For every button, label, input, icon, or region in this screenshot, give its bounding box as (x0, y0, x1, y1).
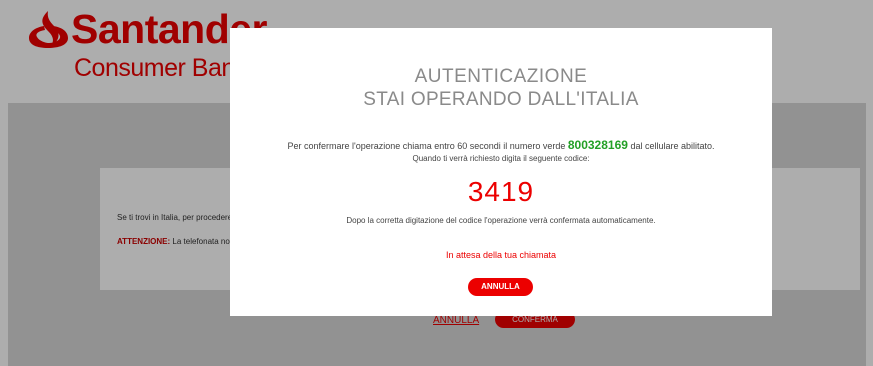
waiting-status: In attesa della tua chiamata (445, 250, 557, 260)
phone-number: 800328169 (567, 138, 628, 152)
call-instructions: Per confermare l'operazione chiama entro… (230, 138, 772, 152)
authentication-modal: AUTENTICAZIONE STAI OPERANDO DALL'ITALIA… (230, 28, 772, 316)
modal-subtitle: STAI OPERANDO DALL'ITALIA (363, 89, 639, 110)
cancel-button[interactable]: ANNULLA (468, 278, 533, 296)
call-instructions-suffix: dal cellulare abilitato. (630, 141, 715, 151)
confirmation-note: Dopo la corretta digitazione del codice … (346, 216, 656, 225)
code-instructions: Quando ti verrà richiesto digita il segu… (412, 154, 590, 163)
verification-code: 3419 (467, 176, 535, 207)
modal-title: AUTENTICAZIONE (414, 66, 588, 87)
call-instructions-prefix: Per confermare l'operazione chiama entro… (287, 141, 566, 151)
